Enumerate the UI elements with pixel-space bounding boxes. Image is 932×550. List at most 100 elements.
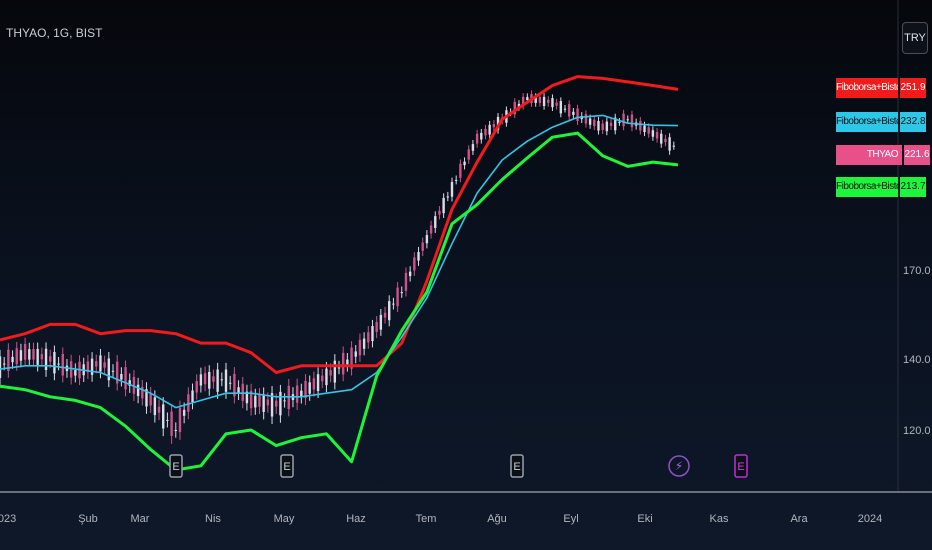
candle-body — [95, 361, 98, 367]
x-tick-label: May — [274, 513, 295, 525]
price-chart[interactable]: 120.0 140.0 170.0 2023 Şub Mar Nis May Haz Tem Ağu… — [0, 0, 932, 550]
candle-body — [36, 348, 39, 365]
candle-body — [266, 399, 270, 406]
candle-body — [295, 385, 299, 403]
candle-body — [316, 374, 320, 391]
candle-body — [563, 108, 567, 110]
x-tick-label: 2024 — [858, 513, 882, 525]
candle-body — [630, 114, 634, 128]
candle-body — [120, 374, 123, 380]
x-tick-label: Şub — [78, 513, 98, 525]
earnings-event-glyph: E — [283, 461, 290, 473]
candle-body — [28, 349, 31, 360]
candle-body — [325, 368, 328, 386]
candle-body — [471, 144, 475, 151]
candle-body — [396, 287, 399, 307]
candle-body — [191, 390, 194, 403]
candle-body — [358, 339, 362, 356]
candle-body — [371, 325, 374, 342]
candle-body — [103, 362, 106, 368]
x-tick-label: Nis — [205, 513, 221, 525]
candle-body — [333, 360, 337, 383]
candle-body — [609, 122, 613, 126]
candle-body — [492, 124, 496, 128]
candle-body — [408, 271, 412, 277]
candle-body — [639, 120, 642, 131]
candle-body — [49, 356, 52, 362]
candle-body — [388, 301, 391, 321]
candle-body — [124, 367, 127, 390]
candle-body — [601, 123, 604, 131]
candle-body — [467, 149, 470, 160]
x-tick-label: Ağu — [487, 513, 507, 525]
candle-body — [0, 356, 2, 378]
candle-body — [157, 406, 161, 413]
candle-body — [329, 370, 332, 376]
legend-middle-band-value: 232.8 — [900, 112, 926, 132]
candle-body — [228, 382, 232, 384]
candle-body — [149, 393, 152, 406]
candle-body — [237, 387, 240, 393]
chart-window: 120.0 140.0 170.0 2023 Şub Mar Nis May Haz Tem Ağu… — [0, 0, 932, 550]
candle-body — [383, 312, 387, 318]
candle-body — [488, 124, 491, 135]
x-tick-label: Mar — [131, 513, 150, 525]
candle-body — [480, 132, 483, 140]
candle-body — [208, 371, 211, 389]
candle-body — [672, 145, 676, 147]
candle-body — [166, 419, 169, 421]
candle-body — [526, 97, 529, 101]
candle-body — [567, 104, 571, 117]
candle-body — [341, 352, 345, 375]
candle-body — [643, 125, 646, 133]
candle-body — [279, 391, 282, 416]
currency-button[interactable]: TRY — [902, 22, 928, 54]
candle-body — [170, 411, 173, 436]
candle-body — [434, 216, 437, 228]
candle-body — [442, 197, 445, 214]
candle-body — [429, 225, 433, 234]
legend-upper-band-name: Fiboborsa+Bistcbb — [836, 78, 898, 98]
candle-body — [438, 210, 441, 215]
candle-body — [174, 430, 177, 431]
candle-body — [15, 348, 18, 365]
candle-body — [484, 128, 487, 136]
candle-body — [262, 394, 265, 412]
candle-body — [417, 252, 420, 261]
candle-body — [99, 355, 102, 372]
y-tick-label: 140.0 — [903, 354, 931, 366]
candle-body — [379, 314, 383, 330]
candle-body — [300, 390, 303, 397]
candle-body — [588, 118, 592, 125]
candle-body — [203, 373, 207, 385]
candle-body — [354, 351, 357, 357]
candle-body — [576, 108, 579, 122]
legend-lower-band-value: 213.7 — [900, 177, 926, 197]
x-tick-label: Kas — [710, 513, 729, 525]
candle-body — [61, 353, 64, 376]
candle-body — [647, 127, 650, 134]
candle-body — [40, 354, 44, 360]
candle-body — [136, 384, 140, 397]
candle-body — [584, 114, 588, 124]
candle-body — [400, 292, 403, 294]
lower-band-line — [0, 131, 679, 472]
candle-body — [312, 378, 316, 390]
candle-body — [19, 350, 23, 361]
candle-body — [74, 370, 77, 376]
candle-body — [375, 322, 378, 332]
x-tick-label: Eki — [637, 513, 652, 525]
candle-body — [622, 113, 625, 127]
candle-body — [32, 349, 35, 360]
candle-body — [275, 400, 278, 407]
candle-body — [655, 132, 659, 139]
candle-body — [11, 356, 14, 363]
candle-body — [547, 99, 550, 103]
candle-body — [321, 375, 324, 382]
legend-lower-band: Fiboborsa+Bistcbb 213.7 — [836, 177, 926, 197]
candle-body — [618, 121, 621, 123]
candle-body — [555, 102, 558, 106]
candle-body — [254, 395, 257, 408]
candle-body — [308, 382, 311, 394]
legend-upper-band: Fiboborsa+Bistcbb 251.9 — [836, 78, 926, 98]
